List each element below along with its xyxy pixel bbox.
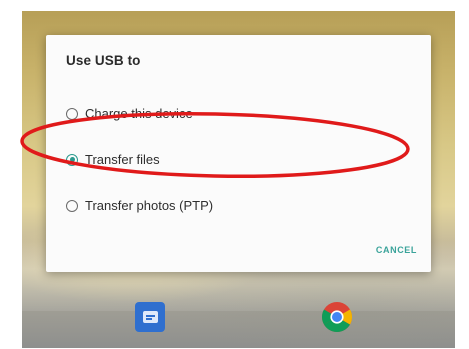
chrome-icon[interactable] <box>321 301 353 333</box>
messages-icon[interactable] <box>135 302 165 332</box>
option-label: Transfer photos (PTP) <box>85 198 214 213</box>
option-charge-this-device[interactable]: Charge this device <box>66 106 193 121</box>
option-label: Transfer files <box>85 152 160 167</box>
radio-checked-icon[interactable] <box>66 153 78 166</box>
option-label: Charge this device <box>85 106 193 121</box>
radio-unchecked-icon[interactable] <box>66 107 78 120</box>
dialog-title: Use USB to <box>66 53 141 68</box>
option-transfer-photos[interactable]: Transfer photos (PTP) <box>66 198 213 213</box>
cancel-button[interactable]: CANCEL <box>376 245 417 255</box>
device-screen: Use USB to Charge this device Transfer f… <box>22 11 455 348</box>
radio-unchecked-icon[interactable] <box>66 199 78 212</box>
option-transfer-files[interactable]: Transfer files <box>66 152 160 167</box>
usb-mode-dialog: Use USB to Charge this device Transfer f… <box>46 35 431 272</box>
chat-bubble-icon <box>142 311 158 323</box>
